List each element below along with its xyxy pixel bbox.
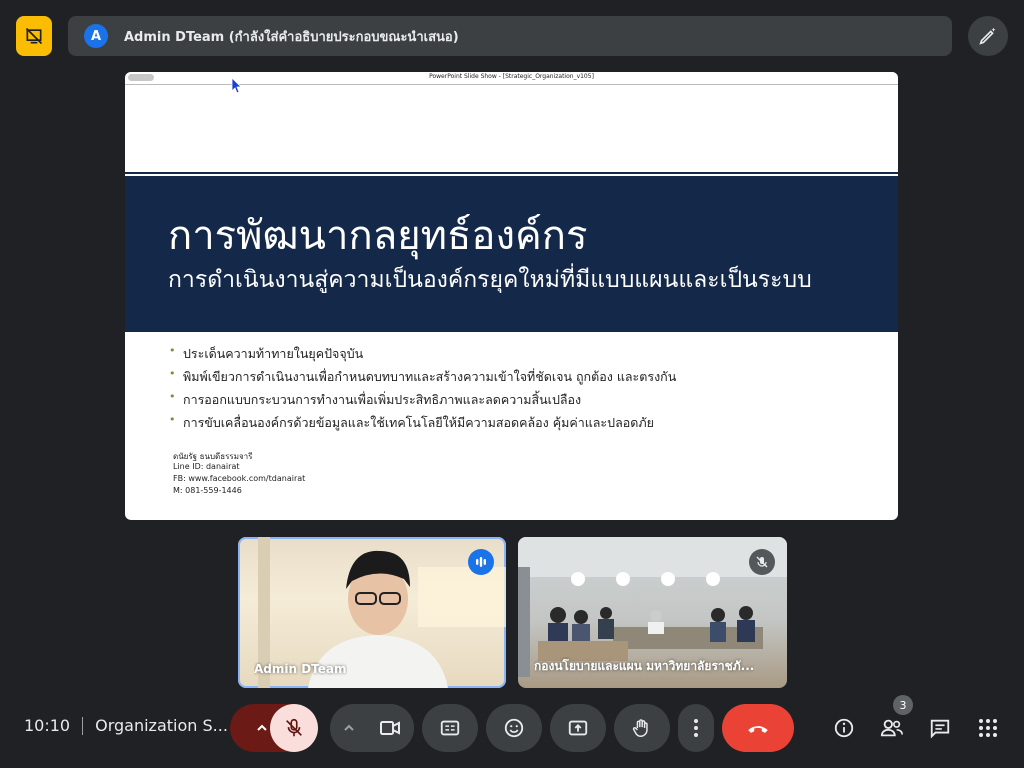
meeting-info-separator [82,716,84,735]
raise-hand-button[interactable] [614,704,670,752]
meeting-details-button[interactable] [824,708,864,748]
microphone-toggle-button[interactable] [270,704,318,752]
more-options-button[interactable] [678,704,714,752]
leave-call-button[interactable] [722,704,794,752]
contact-line: M: 081-559-1446 [173,486,242,495]
shared-slide: PowerPoint Slide Show - [Strategic_Organ… [125,72,898,520]
participant-count-badge: 3 [893,695,913,715]
mic-off-icon [749,549,775,575]
slide-bullet-list: ประเด็นความท้าทายในยุคปัจจุบัน พิมพ์เขีย… [169,344,676,436]
emoji-icon [504,718,524,738]
contact-line: FB: www.facebook.com/tdanairat [173,474,306,483]
slide-subtitle: การดำเนินงานสู่ความเป็นองค์กรยุคใหม่ที่ม… [168,267,812,293]
slide-bullet: การออกแบบกระบวนการทำงานเพื่อเพิ่มประสิทธ… [169,390,676,413]
presenter-banner: A Admin DTeam (กำลังใส่คำอธิบายประกอบขณะ… [68,16,952,56]
presentation-pin-icon[interactable] [16,16,52,56]
present-screen-icon [568,720,588,736]
speaking-indicator-icon [468,549,494,575]
meeting-time: 10:10 [24,716,71,735]
pen-sparkle-icon [979,27,996,45]
slide-bullet: ประเด็นความท้าทายในยุคปัจจุบัน [169,344,676,367]
reactions-button[interactable] [486,704,542,752]
hand-icon [632,719,648,737]
hang-up-icon [748,726,768,733]
chevron-up-icon [257,724,267,731]
mic-off-icon [286,718,302,737]
mouse-cursor-icon [231,77,242,94]
chevron-up-icon [344,724,354,731]
participant-name: Admin DTeam [254,662,347,676]
participant-tile-room[interactable]: กองนโยบายและแผน มหาวิทยาลัยราชภั... [518,537,787,688]
meeting-title[interactable]: Organization S... [95,716,228,735]
contact-line: ดนัยรัฐ ธนบดีธรรมจารี [173,452,253,461]
apps-grid-icon [979,719,997,737]
presenter-avatar: A [84,24,108,48]
participant-name: กองนโยบายและแผน มหาวิทยาลัยราชภั... [534,659,755,673]
presenter-label: Admin DTeam (กำลังใส่คำอธิบายประกอบขณะนำ… [124,29,459,45]
contact-line: Line ID: danairat [173,462,240,471]
video-camera-icon [380,721,400,735]
chat-icon [930,719,950,739]
annotate-button[interactable] [968,16,1008,56]
slide-contact-info: ดนัยรัฐ ธนบดีธรรมจารี Line ID: danairat … [173,450,305,498]
captions-button[interactable] [422,704,478,752]
present-now-button[interactable] [550,704,606,752]
participant-tile-admin-dteam[interactable]: Admin DTeam [238,537,506,688]
camera-toggle-button[interactable] [366,704,414,752]
slide-bullet: การขับเคลื่อนองค์กรด้วยข้อมูลและใช้เทคโน… [169,413,676,436]
chat-button[interactable] [920,708,960,748]
slide-divider [125,330,898,332]
meeting-info: 10:10 Organization S... [24,716,228,735]
info-icon [834,718,854,738]
people-icon [880,719,903,737]
slide-bullet: พิมพ์เขียวการดำเนินงานเพื่อกำหนดบทบาทและ… [169,367,676,390]
slide-title: การพัฒนากลยุทธ์องค์กร [168,213,588,259]
closed-captions-icon [440,720,460,736]
activities-button[interactable] [968,708,1008,748]
more-vertical-icon [694,719,698,737]
